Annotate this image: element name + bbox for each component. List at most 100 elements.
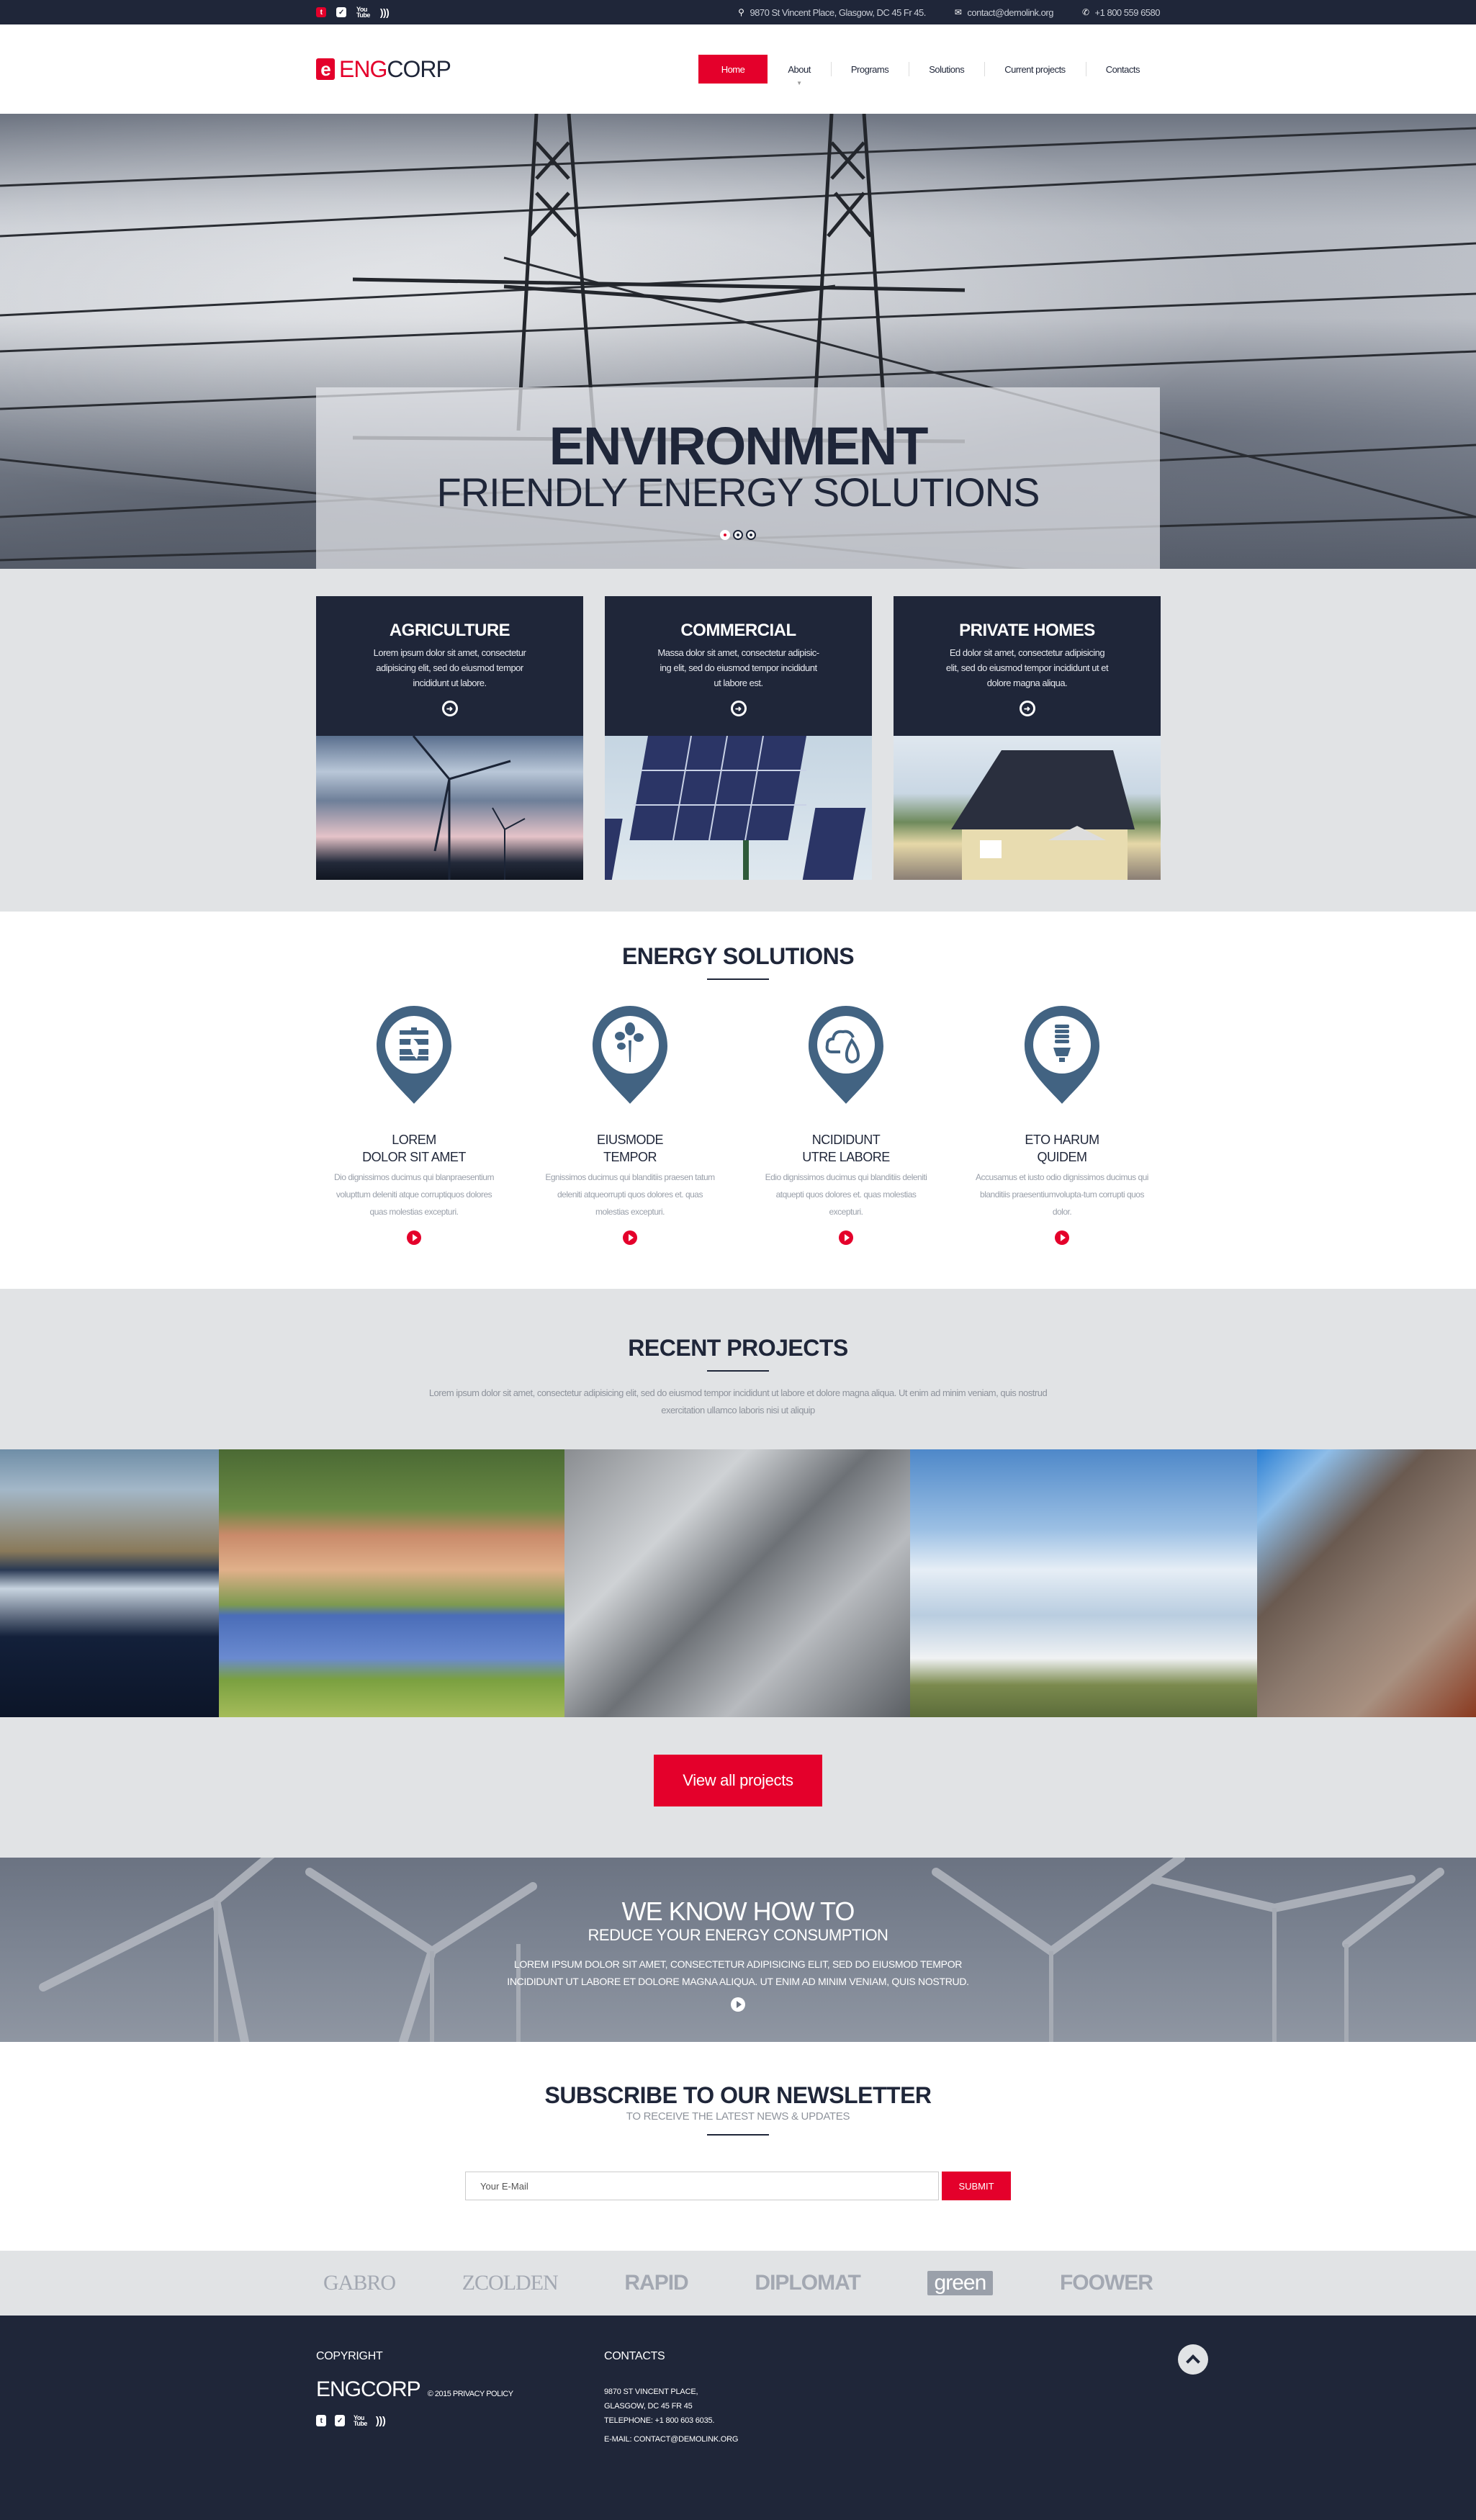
partner-logo-rapid[interactable]: RAPID (624, 2271, 688, 2295)
feature-item: NCIDIDUNT UTRE LABORE Edio dignissimos du… (738, 1004, 954, 1245)
social-links: t ✓ You Tube ))) (316, 6, 390, 19)
arrow-right-circle-icon[interactable]: ➜ (730, 701, 747, 716)
project-image-roof-worker[interactable] (1257, 1449, 1476, 1717)
email-link[interactable]: contact@demolink.org (967, 7, 1053, 18)
address-text: 9870 St Vincent Place, Glasgow, DC 45 Fr… (750, 6, 926, 18)
cta-title: WE KNOW HOW TO (621, 1896, 855, 1926)
partner-logo-foower[interactable]: FOOWER (1060, 2271, 1153, 2295)
feature-item: EIUSMODE TEMPOR Egnissimos ducimus qui bl… (522, 1004, 738, 1245)
slider-dot-1[interactable] (720, 530, 730, 540)
projects-gallery (0, 1449, 1476, 1717)
card-text: Lorem ipsum dolor sit amet, consectetur … (373, 647, 526, 688)
nav-programs[interactable]: Programs (830, 55, 909, 84)
nav-about[interactable]: About ▼ (768, 55, 830, 87)
title-divider (707, 2134, 769, 2136)
footer-email[interactable]: E-MAIL: CONTACT@DEMOLINK.ORG (604, 2432, 738, 2447)
feature-text: Egnissimos ducimus qui blanditiis praese… (545, 1172, 715, 1217)
rss-icon[interactable]: ))) (380, 6, 390, 18)
tumblr-icon[interactable]: t (316, 7, 326, 17)
logo-mark: e (316, 58, 335, 80)
feature-title: NCIDIDUNT UTRE LABORE (802, 1133, 890, 1164)
twitter-icon[interactable]: ✓ (335, 2415, 345, 2426)
hero-subtitle: FRIENDLY ENERGY SOLUTIONS (436, 469, 1040, 515)
phone-icon: ✆ (1081, 7, 1089, 17)
footer-phone: TELEPHONE: +1 800 603 6035. (604, 2416, 715, 2425)
arrow-right-circle-icon[interactable]: ➜ (1019, 701, 1035, 716)
privacy-policy-link[interactable]: © 2015 PRIVACY POLICY (428, 2390, 513, 2398)
nav-current-projects[interactable]: Current projects (984, 55, 1085, 84)
submit-button[interactable]: SUBMIT (942, 2172, 1011, 2200)
partner-logo-gabro[interactable]: GABRO (323, 2271, 396, 2295)
arrow-right-circle-icon[interactable]: ➜ (441, 701, 458, 716)
logo-text-eng: ENG (339, 55, 387, 82)
youtube-icon[interactable]: You Tube (356, 6, 370, 19)
feature-text: Edio dignissimos ducimus qui blanditiis … (765, 1172, 927, 1217)
card-text: Ed dolor sit amet, consectetur adipisici… (945, 647, 1109, 688)
phone-text: +1 800 559 6580 (1094, 6, 1161, 18)
card-image-wind-turbines (316, 736, 583, 880)
play-circle-icon[interactable] (1055, 1230, 1069, 1245)
partner-logo-diplomat[interactable]: DIPLOMAT (755, 2271, 860, 2295)
card-title: PRIVATE HOMES (959, 621, 1095, 640)
play-circle-icon[interactable] (731, 1997, 745, 2012)
play-circle-icon[interactable] (407, 1230, 421, 1245)
play-circle-icon[interactable] (623, 1230, 637, 1245)
play-circle-icon[interactable] (839, 1230, 853, 1245)
newsletter-subtitle: TO RECEIVE THE LATEST NEWS & UPDATES (626, 2110, 850, 2123)
email-input[interactable] (465, 2172, 939, 2200)
card-text: Massa dolor sit amet, consectetur adipis… (657, 647, 819, 688)
feature-title: ETO HARUM QUIDEM (1025, 1133, 1099, 1164)
newsletter-title: SUBSCRIBE TO OUR NEWSLETTER (544, 2082, 932, 2108)
hero-title: ENVIRONMENT (549, 416, 929, 476)
project-image-solar-farm[interactable] (219, 1449, 564, 1717)
logo[interactable]: e ENG CORP (316, 56, 451, 83)
slider-dots (316, 530, 1160, 540)
cta-text: LOREM IPSUM DOLOR SIT AMET, CONSECTETUR … (507, 1958, 969, 1987)
card-title: AGRICULTURE (389, 621, 510, 640)
partner-logo-green[interactable]: green (927, 2271, 994, 2295)
email-info[interactable]: ✉ contact@demolink.org (955, 7, 1054, 18)
newsletter-section: SUBSCRIBE TO OUR NEWSLETTER TO RECEIVE T… (0, 2042, 1476, 2251)
view-all-projects-button[interactable]: View all projects (654, 1755, 822, 1806)
services-section: AGRICULTURE Lorem ipsum dolor sit amet, … (0, 569, 1476, 912)
rss-icon[interactable]: ))) (376, 2415, 386, 2427)
feature-title: LOREM DOLOR SIT AMET (362, 1133, 466, 1164)
tumblr-icon[interactable]: t (316, 2415, 326, 2426)
youtube-icon[interactable]: You Tube (354, 2415, 367, 2427)
service-card-commercial: COMMERCIAL Massa dolor sit amet, consect… (605, 596, 872, 880)
header: e ENG CORP Home About ▼ Programs Solution… (0, 24, 1476, 114)
project-image-waterfall[interactable] (0, 1449, 219, 1717)
cloud-water-drop-icon (807, 1004, 885, 1105)
plant-sprout-icon (591, 1004, 669, 1105)
nav-solutions[interactable]: Solutions (909, 55, 984, 84)
footer-heading: CONTACTS (604, 2350, 665, 2362)
slider-dot-3[interactable] (746, 530, 756, 540)
feature-text: Accusamus et iusto odio dignissimos duci… (976, 1172, 1148, 1217)
section-title: RECENT PROJECTS (628, 1335, 848, 1361)
footer-copyright-column: COPYRIGHT ENGCORP © 2015 PRIVACY POLICY … (316, 2350, 604, 2447)
cta-subtitle: REDUCE YOUR ENERGY CONSUMPTION (588, 1926, 888, 1944)
project-image-wind-turbine[interactable] (910, 1449, 1257, 1717)
map-pin-icon: ⚲ (738, 7, 744, 17)
slider-dot-2[interactable] (733, 530, 743, 540)
caret-down-icon: ▼ (796, 80, 802, 86)
partners-bar: GABRO ZCOLDEN RAPID DIPLOMAT green FOOWE… (0, 2251, 1476, 2316)
hero-caption: ENVIRONMENT FRIENDLY ENERGY SOLUTIONS (316, 387, 1160, 569)
back-to-top-button[interactable] (1178, 2344, 1208, 2375)
energy-solutions-section: ENERGY SOLUTIONS LOREM DOLOR SIT AMET Dio… (0, 912, 1476, 1289)
recent-projects-section: RECENT PROJECTS Lorem ipsum dolor sit am… (0, 1289, 1476, 1858)
feature-item: LOREM DOLOR SIT AMET Dio dignissimos duci… (306, 1004, 522, 1245)
service-card-private-homes: PRIVATE HOMES Ed dolor sit amet, consect… (894, 596, 1161, 880)
nav-contacts[interactable]: Contacts (1085, 55, 1160, 84)
main-nav: Home About ▼ Programs Solutions Current p… (698, 55, 1160, 87)
project-image-substation[interactable] (564, 1449, 910, 1717)
nav-home[interactable]: Home (698, 55, 768, 84)
footer: COPYRIGHT ENGCORP © 2015 PRIVACY POLICY … (0, 2316, 1476, 2520)
nav-about-label: About (788, 63, 811, 75)
footer-social-links: t ✓ You Tube ))) (316, 2415, 604, 2427)
partner-logo-zcolden[interactable]: ZCOLDEN (462, 2271, 559, 2295)
footer-address-line: 9870 ST VINCENT PLACE, (604, 2388, 698, 2396)
card-title: COMMERCIAL (680, 621, 796, 640)
phone-info: ✆ +1 800 559 6580 (1081, 6, 1161, 18)
twitter-icon[interactable]: ✓ (336, 7, 346, 17)
